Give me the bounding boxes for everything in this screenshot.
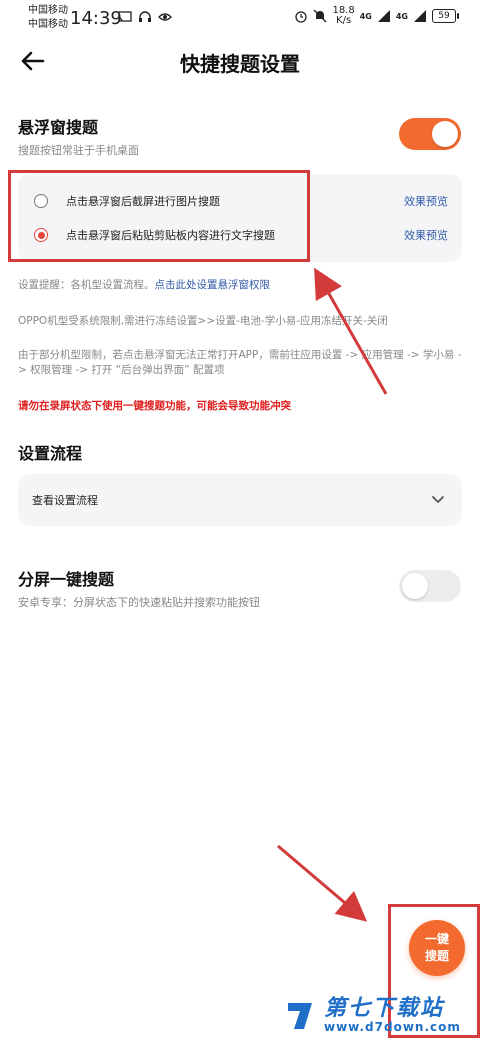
- watermark-name: 第七下载站: [324, 996, 445, 1021]
- annotation-arrow: [314, 267, 388, 395]
- watermark: 第七下载站 www.d7down.com: [284, 998, 461, 1034]
- annotation-arrows: [277, 267, 388, 922]
- watermark-logo-icon: [288, 1003, 312, 1029]
- one-tap-search-button[interactable]: 一键 搜题: [409, 920, 465, 976]
- annotation-arrow: [277, 844, 368, 922]
- watermark-url: www.d7down.com: [324, 1020, 461, 1034]
